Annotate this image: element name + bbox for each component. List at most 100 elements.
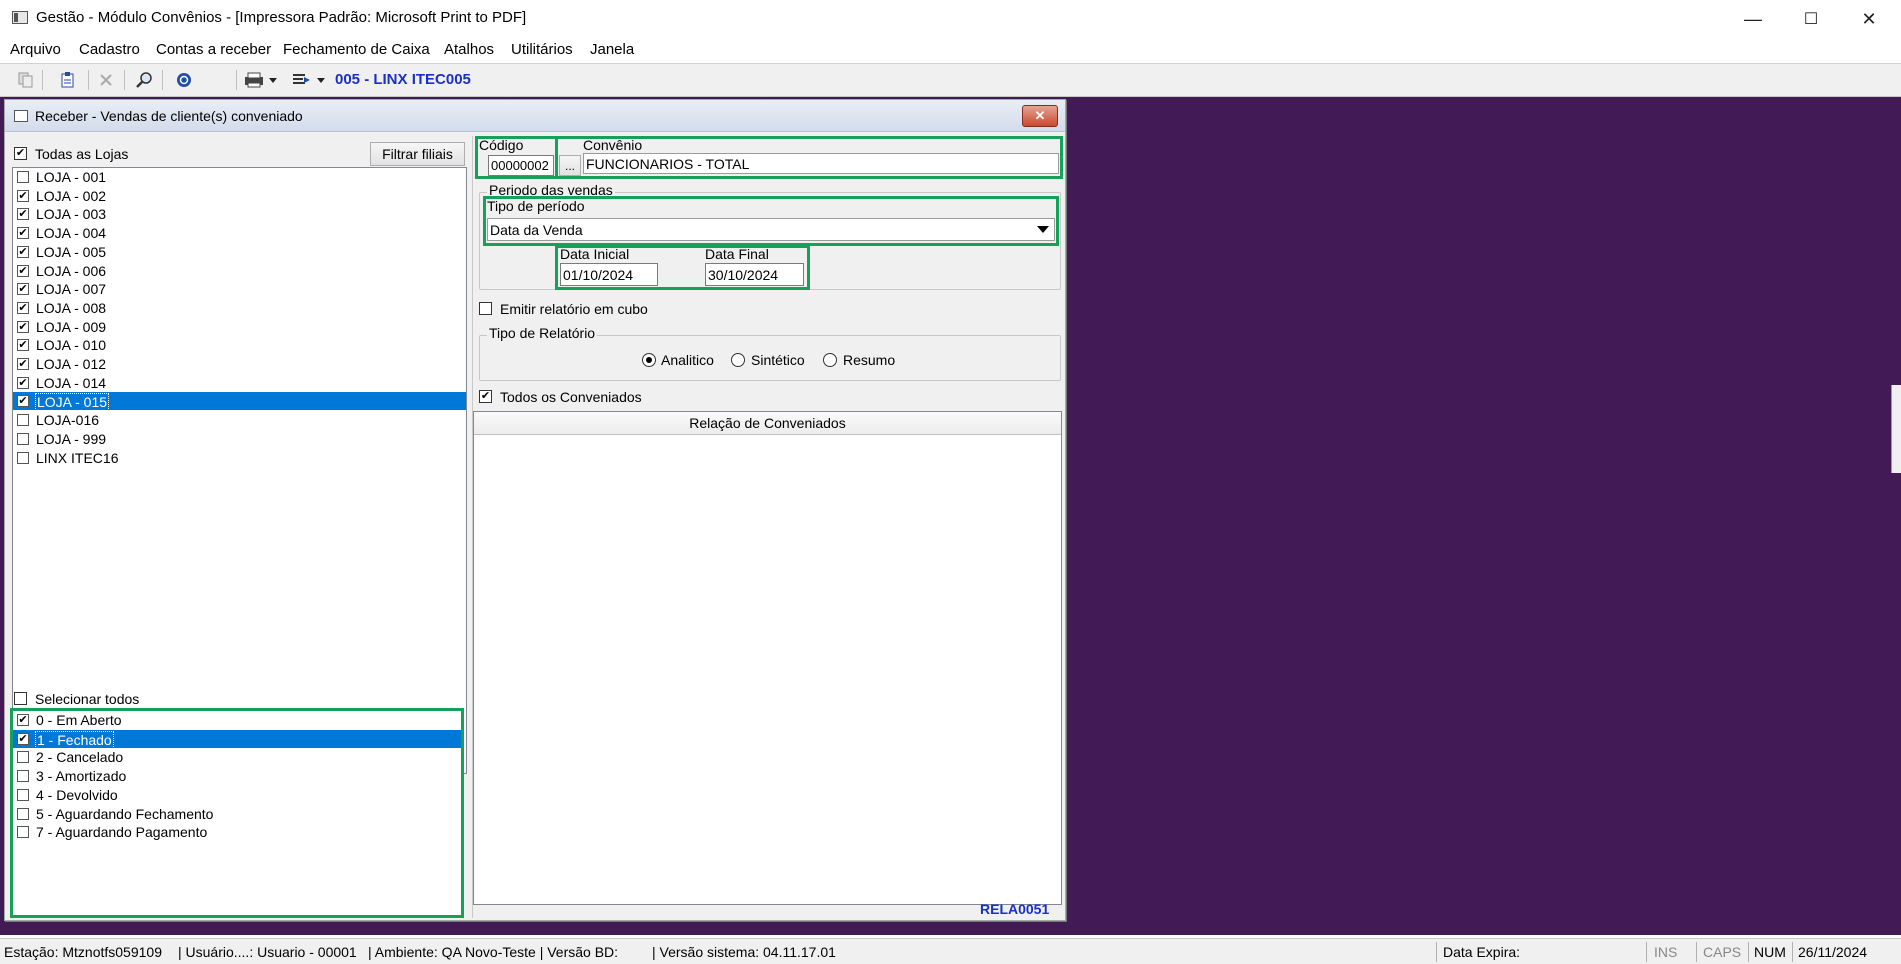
- menu-arquivo[interactable]: Arquivo: [10, 41, 61, 58]
- status-separator: [1436, 942, 1437, 962]
- store-checkbox[interactable]: [17, 414, 29, 427]
- list-item[interactable]: 2 - Cancelado: [13, 748, 461, 766]
- store-checkbox[interactable]: [17, 358, 29, 370]
- window-title: Gestão - Módulo Convênios - [Impressora …: [36, 9, 527, 26]
- store-checkbox[interactable]: [17, 320, 29, 333]
- list-item[interactable]: 7 - Aguardando Pagamento: [13, 823, 461, 841]
- store-checkbox[interactable]: [17, 189, 29, 202]
- dialog-close-button[interactable]: ✕: [1022, 105, 1058, 127]
- menu-janela[interactable]: Janela: [590, 41, 634, 58]
- menu-atalhos[interactable]: Atalhos: [444, 41, 494, 58]
- export-icon[interactable]: [289, 69, 329, 91]
- conveniados-table[interactable]: Relação de Conveniados: [473, 411, 1062, 905]
- store-checkbox[interactable]: [17, 264, 29, 277]
- store-checkbox[interactable]: [17, 301, 29, 314]
- toolbar: 005 - LINX ITEC005: [0, 64, 1901, 97]
- status-checkbox[interactable]: [17, 714, 29, 726]
- list-item[interactable]: LOJA - 010: [13, 336, 466, 354]
- branch-label: 005 - LINX ITEC005: [335, 71, 471, 88]
- status-separator: [1696, 942, 1697, 962]
- list-item[interactable]: LOJA - 014: [13, 374, 466, 392]
- title-bar: Gestão - Módulo Convênios - [Impressora …: [0, 0, 1901, 38]
- close-button[interactable]: ✕: [1840, 0, 1898, 38]
- copy-icon[interactable]: [14, 69, 38, 91]
- menu-fechamento-de-caixa[interactable]: Fechamento de Caixa: [283, 41, 430, 58]
- chevron-down-icon[interactable]: [1033, 220, 1053, 239]
- store-checkbox[interactable]: [17, 245, 29, 258]
- list-item[interactable]: LOJA - 012: [13, 355, 466, 373]
- list-item[interactable]: 0 - Em Aberto: [13, 711, 461, 729]
- list-item-selected[interactable]: 1 - Fechado: [13, 729, 461, 749]
- status-checkbox[interactable]: [17, 732, 29, 745]
- list-item[interactable]: LOJA - 001: [13, 168, 466, 186]
- list-item[interactable]: LINX ITEC16: [13, 449, 466, 467]
- toolbar-separator: [42, 70, 43, 90]
- codigo-input[interactable]: 00000002: [488, 155, 554, 176]
- radio-sintetico[interactable]: [731, 353, 745, 367]
- list-item[interactable]: LOJA - 004: [13, 224, 466, 242]
- status-list[interactable]: 0 - Em Aberto 1 - Fechado 2 - Cancelado …: [13, 711, 461, 915]
- menu-utilitarios[interactable]: Utilitários: [511, 41, 573, 58]
- toolbar-separator: [162, 70, 163, 90]
- print-icon[interactable]: [241, 69, 281, 91]
- codigo-lookup-button[interactable]: ...: [559, 155, 581, 176]
- data-inicial-input[interactable]: 01/10/2024: [560, 263, 658, 286]
- list-item[interactable]: LOJA-016: [13, 411, 466, 429]
- list-item[interactable]: LOJA - 003: [13, 205, 466, 223]
- list-item-selected[interactable]: LOJA - 015: [13, 392, 466, 412]
- radio-sintetico-label: Sintético: [751, 352, 805, 368]
- status-checkbox[interactable]: [17, 826, 29, 839]
- conveniados-column-header[interactable]: Relação de Conveniados: [474, 412, 1061, 435]
- list-item[interactable]: LOJA - 006: [13, 262, 466, 280]
- paste-icon[interactable]: [56, 69, 80, 91]
- store-checkbox[interactable]: [17, 451, 29, 464]
- status-date: 26/11/2024: [1798, 944, 1868, 960]
- store-checkbox[interactable]: [17, 208, 29, 221]
- filter-branches-button[interactable]: Filtrar filiais: [370, 142, 465, 166]
- list-item[interactable]: LOJA - 009: [13, 318, 466, 336]
- store-checkbox[interactable]: [17, 376, 29, 389]
- store-checkbox[interactable]: [17, 227, 29, 240]
- store-checkbox[interactable]: [17, 171, 29, 183]
- maximize-button[interactable]: ☐: [1782, 0, 1840, 38]
- radio-analitico[interactable]: [642, 353, 656, 367]
- list-item[interactable]: LOJA - 008: [13, 299, 466, 317]
- store-checkbox[interactable]: [17, 339, 29, 352]
- splitter-handle[interactable]: [1891, 385, 1901, 473]
- list-item[interactable]: LOJA - 002: [13, 187, 466, 205]
- radio-resumo[interactable]: [823, 353, 837, 367]
- dialog-icon: [14, 110, 28, 122]
- minimize-button[interactable]: —: [1724, 0, 1782, 38]
- store-checkbox[interactable]: [17, 432, 29, 445]
- menu-contas-a-receber[interactable]: Contas a receber: [156, 41, 271, 58]
- store-checkbox[interactable]: [17, 395, 29, 408]
- list-item[interactable]: 5 - Aguardando Fechamento: [13, 805, 461, 823]
- dialog-title-bar: Receber - Vendas de cliente(s) conveniad…: [5, 100, 1065, 132]
- stores-list[interactable]: LOJA - 001 LOJA - 002 LOJA - 003 LOJA - …: [12, 167, 467, 774]
- status-bar: Estação: Mtznotfs059109 | Usuário....: U…: [0, 938, 1901, 964]
- search-icon[interactable]: [132, 69, 156, 91]
- power-icon[interactable]: [172, 69, 196, 91]
- status-checkbox[interactable]: [17, 751, 29, 764]
- list-item[interactable]: 3 - Amortizado: [13, 767, 461, 785]
- tipo-relatorio-title: Tipo de Relatório: [487, 325, 598, 341]
- list-item[interactable]: 4 - Devolvido: [13, 786, 461, 804]
- store-checkbox[interactable]: [17, 283, 29, 296]
- list-item[interactable]: LOJA - 999: [13, 430, 466, 448]
- status-checkbox[interactable]: [17, 807, 29, 820]
- convenio-input[interactable]: FUNCIONARIOS - TOTAL: [583, 153, 1059, 174]
- delete-icon[interactable]: [94, 69, 118, 91]
- status-ins: INS: [1654, 944, 1678, 960]
- data-final-input[interactable]: 30/10/2024: [705, 263, 804, 286]
- list-item[interactable]: LOJA - 005: [13, 243, 466, 261]
- cubo-checkbox[interactable]: [479, 302, 492, 315]
- list-item[interactable]: LOJA - 007: [13, 280, 466, 298]
- toolbar-separator: [88, 70, 89, 90]
- all-stores-checkbox[interactable]: [14, 147, 27, 160]
- select-all-status-checkbox[interactable]: [14, 692, 27, 705]
- menu-cadastro[interactable]: Cadastro: [79, 41, 140, 58]
- status-checkbox[interactable]: [17, 788, 29, 801]
- status-checkbox[interactable]: [17, 770, 29, 783]
- todos-conveniados-checkbox[interactable]: [479, 390, 492, 403]
- tipo-periodo-select[interactable]: Data da Venda: [487, 218, 1055, 241]
